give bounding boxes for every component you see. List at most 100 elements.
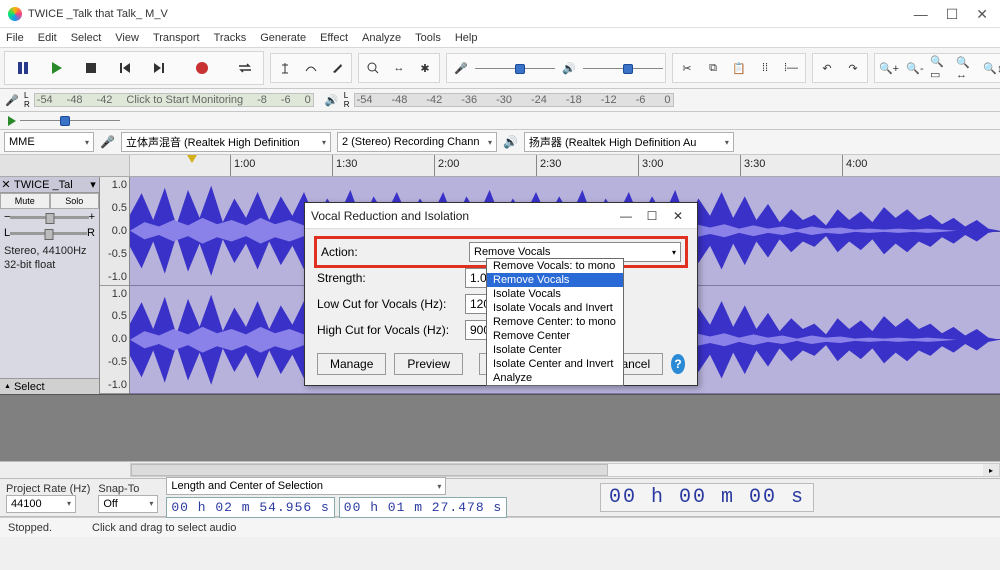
action-option[interactable]: Isolate Vocals and Invert bbox=[487, 301, 623, 315]
menu-edit[interactable]: Edit bbox=[38, 32, 57, 44]
zoom-out-icon[interactable]: 🔍- bbox=[903, 56, 927, 80]
rec-meter-lr: LR bbox=[24, 91, 30, 109]
draw-tool-icon[interactable] bbox=[325, 56, 349, 80]
playhead-icon[interactable] bbox=[187, 155, 197, 163]
solo-button[interactable]: Solo bbox=[50, 193, 100, 209]
zoom-sel-icon[interactable]: 🔍▭ bbox=[929, 56, 953, 80]
selection-tool-icon[interactable] bbox=[273, 56, 297, 80]
play-triangle-icon bbox=[8, 116, 16, 126]
ruler-tick: 3:30 bbox=[740, 155, 765, 176]
menu-file[interactable]: File bbox=[6, 32, 24, 44]
close-button[interactable]: ✕ bbox=[976, 7, 988, 21]
pan-slider[interactable] bbox=[10, 232, 87, 235]
app-logo-icon bbox=[8, 7, 22, 21]
track-close-button[interactable]: ✕ bbox=[0, 178, 12, 191]
hscroll-track[interactable]: ◂ ▸ bbox=[130, 463, 1000, 477]
envelope-tool-icon[interactable] bbox=[299, 56, 323, 80]
rec-channels-combo[interactable]: 2 (Stereo) Recording Chann▾ bbox=[337, 132, 497, 152]
audio-host-combo[interactable]: MME▾ bbox=[4, 132, 94, 152]
action-option[interactable]: Remove Center bbox=[487, 329, 623, 343]
dialog-maximize-button[interactable]: ☐ bbox=[639, 209, 665, 223]
track-menu-button[interactable]: ▾ bbox=[87, 178, 99, 191]
action-dropdown[interactable]: Remove Vocals: to monoRemove VocalsIsola… bbox=[486, 258, 624, 386]
action-label: Action: bbox=[321, 245, 461, 259]
ruler-tick: 2:00 bbox=[434, 155, 459, 176]
zoom-tool-icon[interactable] bbox=[361, 56, 385, 80]
menu-analyze[interactable]: Analyze bbox=[362, 32, 401, 44]
speaker-icon: 🔊 bbox=[503, 135, 518, 149]
skip-start-button[interactable] bbox=[109, 54, 141, 82]
track-name[interactable]: TWICE _Tal bbox=[12, 179, 87, 191]
playback-speed-slider[interactable] bbox=[20, 120, 120, 121]
stop-button[interactable] bbox=[75, 54, 107, 82]
play-device-combo[interactable]: 扬声器 (Realtek High Definition Au▾ bbox=[524, 132, 734, 152]
rec-meter-mic-icon[interactable]: 🎤 bbox=[4, 92, 20, 108]
ruler-tick: 3:00 bbox=[638, 155, 663, 176]
snap-combo[interactable]: Off▾ bbox=[98, 495, 158, 513]
zoom-toggle-icon[interactable]: 🔍↕ bbox=[981, 56, 1000, 80]
ruler-tick: 4:00 bbox=[842, 155, 867, 176]
dialog-close-button[interactable]: ✕ bbox=[665, 209, 691, 223]
track-select-button[interactable]: Select bbox=[0, 378, 99, 394]
gain-slider[interactable] bbox=[10, 216, 88, 219]
selection-mode-combo[interactable]: Length and Center of Selection▾ bbox=[166, 477, 446, 495]
trim-icon[interactable]: ⁞⁞ bbox=[753, 56, 777, 80]
hscroll-right-button[interactable]: ▸ bbox=[983, 464, 999, 476]
high-cut-label: High Cut for Vocals (Hz): bbox=[317, 323, 457, 337]
selection-field-1[interactable]: 00 h 02 m 54.956 s bbox=[166, 497, 334, 518]
project-rate-label: Project Rate (Hz) bbox=[6, 483, 90, 495]
pan-right-icon: R bbox=[87, 227, 95, 239]
redo-icon[interactable]: ↷ bbox=[841, 56, 865, 80]
status-hint: Click and drag to select audio bbox=[92, 522, 236, 534]
minimize-button[interactable]: — bbox=[914, 7, 928, 21]
play-button[interactable] bbox=[41, 54, 73, 82]
copy-icon[interactable]: ⧉ bbox=[701, 56, 725, 80]
multi-tool-icon[interactable]: ✱ bbox=[413, 56, 437, 80]
transport-toolbar: ↔ ✱ 🎤 🔊 ✂ ⧉ 📋 ⁞⁞ ⁞― ↶ ↷ 🔍+ 🔍- 🔍▭ 🔍↔ 🔍↕ bbox=[0, 48, 1000, 89]
menu-select[interactable]: Select bbox=[71, 32, 102, 44]
skip-end-button[interactable] bbox=[143, 54, 175, 82]
action-option[interactable]: Isolate Center and Invert bbox=[487, 357, 623, 371]
paste-icon[interactable]: 📋 bbox=[727, 56, 751, 80]
rec-meter[interactable]: -54 -48 -42 Click to Start Monitoring -8… bbox=[34, 93, 314, 107]
menu-effect[interactable]: Effect bbox=[320, 32, 348, 44]
loop-button[interactable] bbox=[229, 54, 261, 82]
empty-track-area[interactable] bbox=[0, 395, 1000, 461]
help-icon[interactable]: ? bbox=[671, 354, 685, 374]
rec-device-combo[interactable]: 立体声混音 (Realtek High Definition▾ bbox=[121, 132, 331, 152]
zoom-in-icon[interactable]: 🔍+ bbox=[877, 56, 901, 80]
manage-button[interactable]: Manage bbox=[317, 353, 386, 375]
play-meter-speaker-icon[interactable]: 🔊 bbox=[324, 92, 340, 108]
silence-icon[interactable]: ⁞― bbox=[779, 56, 803, 80]
play-volume-slider[interactable] bbox=[583, 68, 663, 69]
action-option[interactable]: Isolate Center bbox=[487, 343, 623, 357]
maximize-button[interactable]: ☐ bbox=[946, 7, 959, 21]
record-button[interactable] bbox=[186, 54, 218, 82]
timeshift-tool-icon[interactable]: ↔ bbox=[387, 56, 411, 80]
menu-generate[interactable]: Generate bbox=[260, 32, 306, 44]
pause-button[interactable] bbox=[7, 54, 39, 82]
play-meter[interactable]: -54 -48 -42 -36 -30 -24 -18 -12 -6 0 bbox=[354, 93, 674, 107]
action-option[interactable]: Remove Vocals bbox=[487, 273, 623, 287]
preview-button[interactable]: Preview bbox=[394, 353, 463, 375]
dialog-minimize-button[interactable]: — bbox=[613, 209, 639, 223]
menu-transport[interactable]: Transport bbox=[153, 32, 200, 44]
action-option[interactable]: Remove Vocals: to mono bbox=[487, 259, 623, 273]
action-option[interactable]: Isolate Vocals bbox=[487, 287, 623, 301]
project-rate-combo[interactable]: 44100▾ bbox=[6, 495, 76, 513]
cut-icon[interactable]: ✂ bbox=[675, 56, 699, 80]
hscroll-thumb[interactable] bbox=[131, 464, 608, 476]
play-meter-lr: LR bbox=[344, 91, 350, 109]
menu-tools[interactable]: Tools bbox=[415, 32, 441, 44]
menu-view[interactable]: View bbox=[115, 32, 139, 44]
undo-icon[interactable]: ↶ bbox=[815, 56, 839, 80]
action-option[interactable]: Remove Center: to mono bbox=[487, 315, 623, 329]
menu-help[interactable]: Help bbox=[455, 32, 478, 44]
mute-button[interactable]: Mute bbox=[0, 193, 50, 209]
rec-volume-slider[interactable] bbox=[475, 68, 555, 69]
action-option[interactable]: Analyze bbox=[487, 371, 623, 385]
timeline-ruler[interactable]: 1:001:302:002:303:003:304:00 bbox=[0, 155, 1000, 177]
zoom-fit-icon[interactable]: 🔍↔ bbox=[955, 56, 979, 80]
menu-tracks[interactable]: Tracks bbox=[214, 32, 247, 44]
selection-field-2[interactable]: 00 h 01 m 27.478 s bbox=[339, 497, 507, 518]
